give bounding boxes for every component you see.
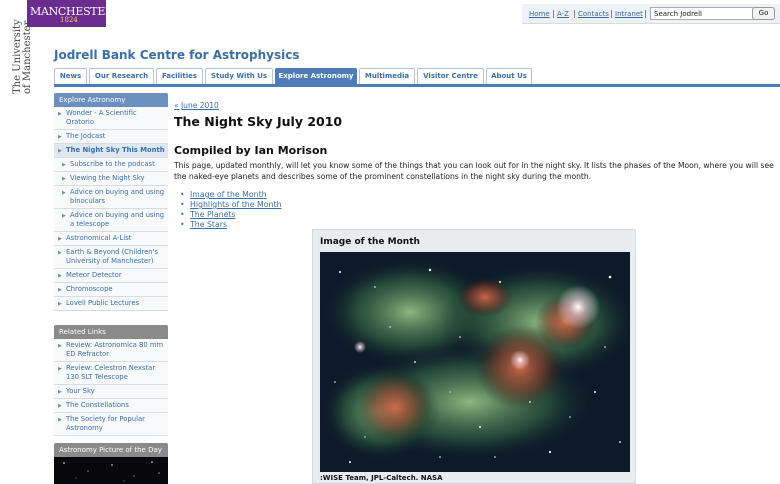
separator: | — [552, 9, 555, 18]
toc-stars-link[interactable]: The Stars — [190, 220, 227, 229]
toc-item[interactable]: Image of the Month — [180, 190, 780, 200]
sidebar-item-viewing-night-sky[interactable]: ▶ Viewing the Night Sky — [54, 172, 168, 186]
toc-image-of-month-link[interactable]: Image of the Month — [190, 190, 267, 199]
sidebar-item-meteor-detector[interactable]: ▶ Meteor Detector — [54, 269, 168, 283]
sidebar-item-constellations[interactable]: ▶ The Constellations — [54, 399, 168, 413]
sidebar-explore: Explore Astronomy ▶ Wonder - A Scientific… — [54, 93, 168, 311]
tab-multimedia[interactable]: Multimedia — [359, 68, 415, 84]
university-logo[interactable]: MANCHESTER 1824 — [27, 0, 113, 27]
image-credit: :WISE Team, JPL-Caltech. NASA — [320, 474, 443, 482]
sidebar-item-chromoscope[interactable]: ▶ Chromoscope — [54, 283, 168, 297]
arrow-icon: ▶ — [62, 190, 66, 196]
page-title: The Night Sky July 2010 — [174, 114, 343, 129]
search-input[interactable] — [650, 7, 754, 20]
sidebar-item-subscribe-podcast[interactable]: ▶ Subscribe to the podcast — [54, 158, 168, 172]
logo-year: 1824 — [60, 16, 78, 24]
intro-paragraph: This page, updated monthly, will let you… — [174, 161, 774, 181]
separator: | — [573, 9, 576, 18]
sidebar-item-your-sky[interactable]: ▶ Your Sky — [54, 385, 168, 399]
main-content: « June 2010 The Night Sky July 2010 Comp… — [174, 93, 780, 230]
arrow-icon: ▶ — [62, 213, 66, 219]
sidebar-apod-heading: Astronomy Picture of the Day — [54, 443, 168, 457]
sidebar-item-telescope[interactable]: ▶ Advice on buying and using a telescope — [54, 209, 168, 232]
arrow-icon: ▶ — [58, 148, 62, 154]
contacts-link[interactable]: Contacts — [578, 10, 609, 18]
sidebar-apod: Astronomy Picture of the Day — [54, 443, 168, 484]
arrow-icon: ▶ — [58, 389, 62, 395]
arrow-icon: ▶ — [58, 403, 62, 409]
site-title[interactable]: Jodrell Bank Centre for Astrophysics — [54, 48, 300, 62]
arrow-icon: ▶ — [62, 176, 66, 182]
a-z-link[interactable]: A-Z — [557, 10, 569, 18]
sidebar-item-lovell-lectures[interactable]: ▶ Lovell Public Lectures — [54, 297, 168, 311]
sidebar-item-review-celestron[interactable]: ▶ Review: Celestron Nexstar 130 SLT Teles… — [54, 362, 168, 385]
sidebar-item-earth-beyond[interactable]: ▶ Earth & Beyond (Children's University o… — [54, 246, 168, 269]
figure-title: Image of the Month — [320, 237, 420, 247]
arrow-icon: ▶ — [58, 236, 62, 242]
sidebar-item-spa[interactable]: ▶ The Society for Popular Astronomy — [54, 413, 168, 436]
arrow-icon: ▶ — [58, 250, 62, 256]
tab-about-us[interactable]: About Us — [486, 68, 532, 84]
university-wordmark: The University of Manchester — [0, 19, 33, 96]
arrow-icon: ▶ — [58, 287, 62, 293]
home-link[interactable]: Home — [529, 10, 550, 18]
toc-item[interactable]: Highlights of the Month — [180, 200, 780, 210]
apod-thumbnail[interactable] — [54, 457, 168, 484]
sidebar-item-binoculars[interactable]: ▶ Advice on buying and using binoculars — [54, 186, 168, 209]
separator: | — [644, 9, 647, 18]
arrow-icon: ▶ — [58, 301, 62, 307]
wordmark-line-2: of Manchester — [22, 20, 33, 94]
arrow-icon: ▶ — [58, 273, 62, 279]
arrow-icon: ▶ — [58, 111, 62, 117]
sidebar-item-night-sky[interactable]: ▶ The Night Sky This Month — [54, 144, 168, 158]
arrow-icon: ▶ — [58, 417, 62, 423]
table-of-contents: Image of the Month Highlights of the Mon… — [174, 190, 780, 230]
separator: | — [610, 9, 613, 18]
nebula-photo[interactable] — [320, 252, 640, 472]
sidebar-item-review-astronomica[interactable]: ▶ Review: Astronomica 80 mm ED Refractor — [54, 339, 168, 362]
arrow-icon: ▶ — [58, 366, 62, 372]
nav-underline — [54, 84, 780, 87]
sidebar-related-heading: Related Links — [54, 325, 168, 339]
sidebar-related: Related Links ▶ Review: Astronomica 80 mm… — [54, 325, 168, 436]
sidebar-item-wonder[interactable]: ▶ Wonder - A Scientific Oratorio — [54, 107, 168, 130]
previous-month-link[interactable]: « June 2010 — [174, 101, 219, 110]
intranet-link[interactable]: Intranet — [615, 10, 643, 18]
tab-news[interactable]: News — [54, 68, 87, 84]
sidebar-item-jodcast[interactable]: ▶ The Jodcast — [54, 130, 168, 144]
arrow-icon: ▶ — [62, 162, 66, 168]
tab-study-with-us[interactable]: Study With Us — [205, 68, 273, 84]
tab-our-research[interactable]: Our Research — [89, 68, 154, 84]
tab-explore-astronomy[interactable]: Explore Astronomy — [275, 68, 357, 84]
sidebar-item-a-list[interactable]: ▶ Astronomical A-List — [54, 232, 168, 246]
tab-facilities[interactable]: Facilities — [156, 68, 203, 84]
image-of-month-panel: Image of the Month:WISE Team, JPL-Calte… — [312, 229, 640, 484]
sidebar-explore-heading: Explore Astronomy — [54, 93, 168, 107]
toc-planets-link[interactable]: The Planets — [190, 210, 235, 219]
tab-visitor-centre[interactable]: Visitor Centre — [417, 68, 484, 84]
go-button[interactable]: Go — [752, 7, 775, 20]
arrow-icon: ▶ — [58, 343, 62, 349]
arrow-icon: ▶ — [58, 134, 62, 140]
toc-highlights-link[interactable]: Highlights of the Month — [190, 200, 281, 209]
author-heading: Compiled by Ian Morison — [174, 144, 328, 157]
toc-item[interactable]: The Planets — [180, 210, 780, 220]
